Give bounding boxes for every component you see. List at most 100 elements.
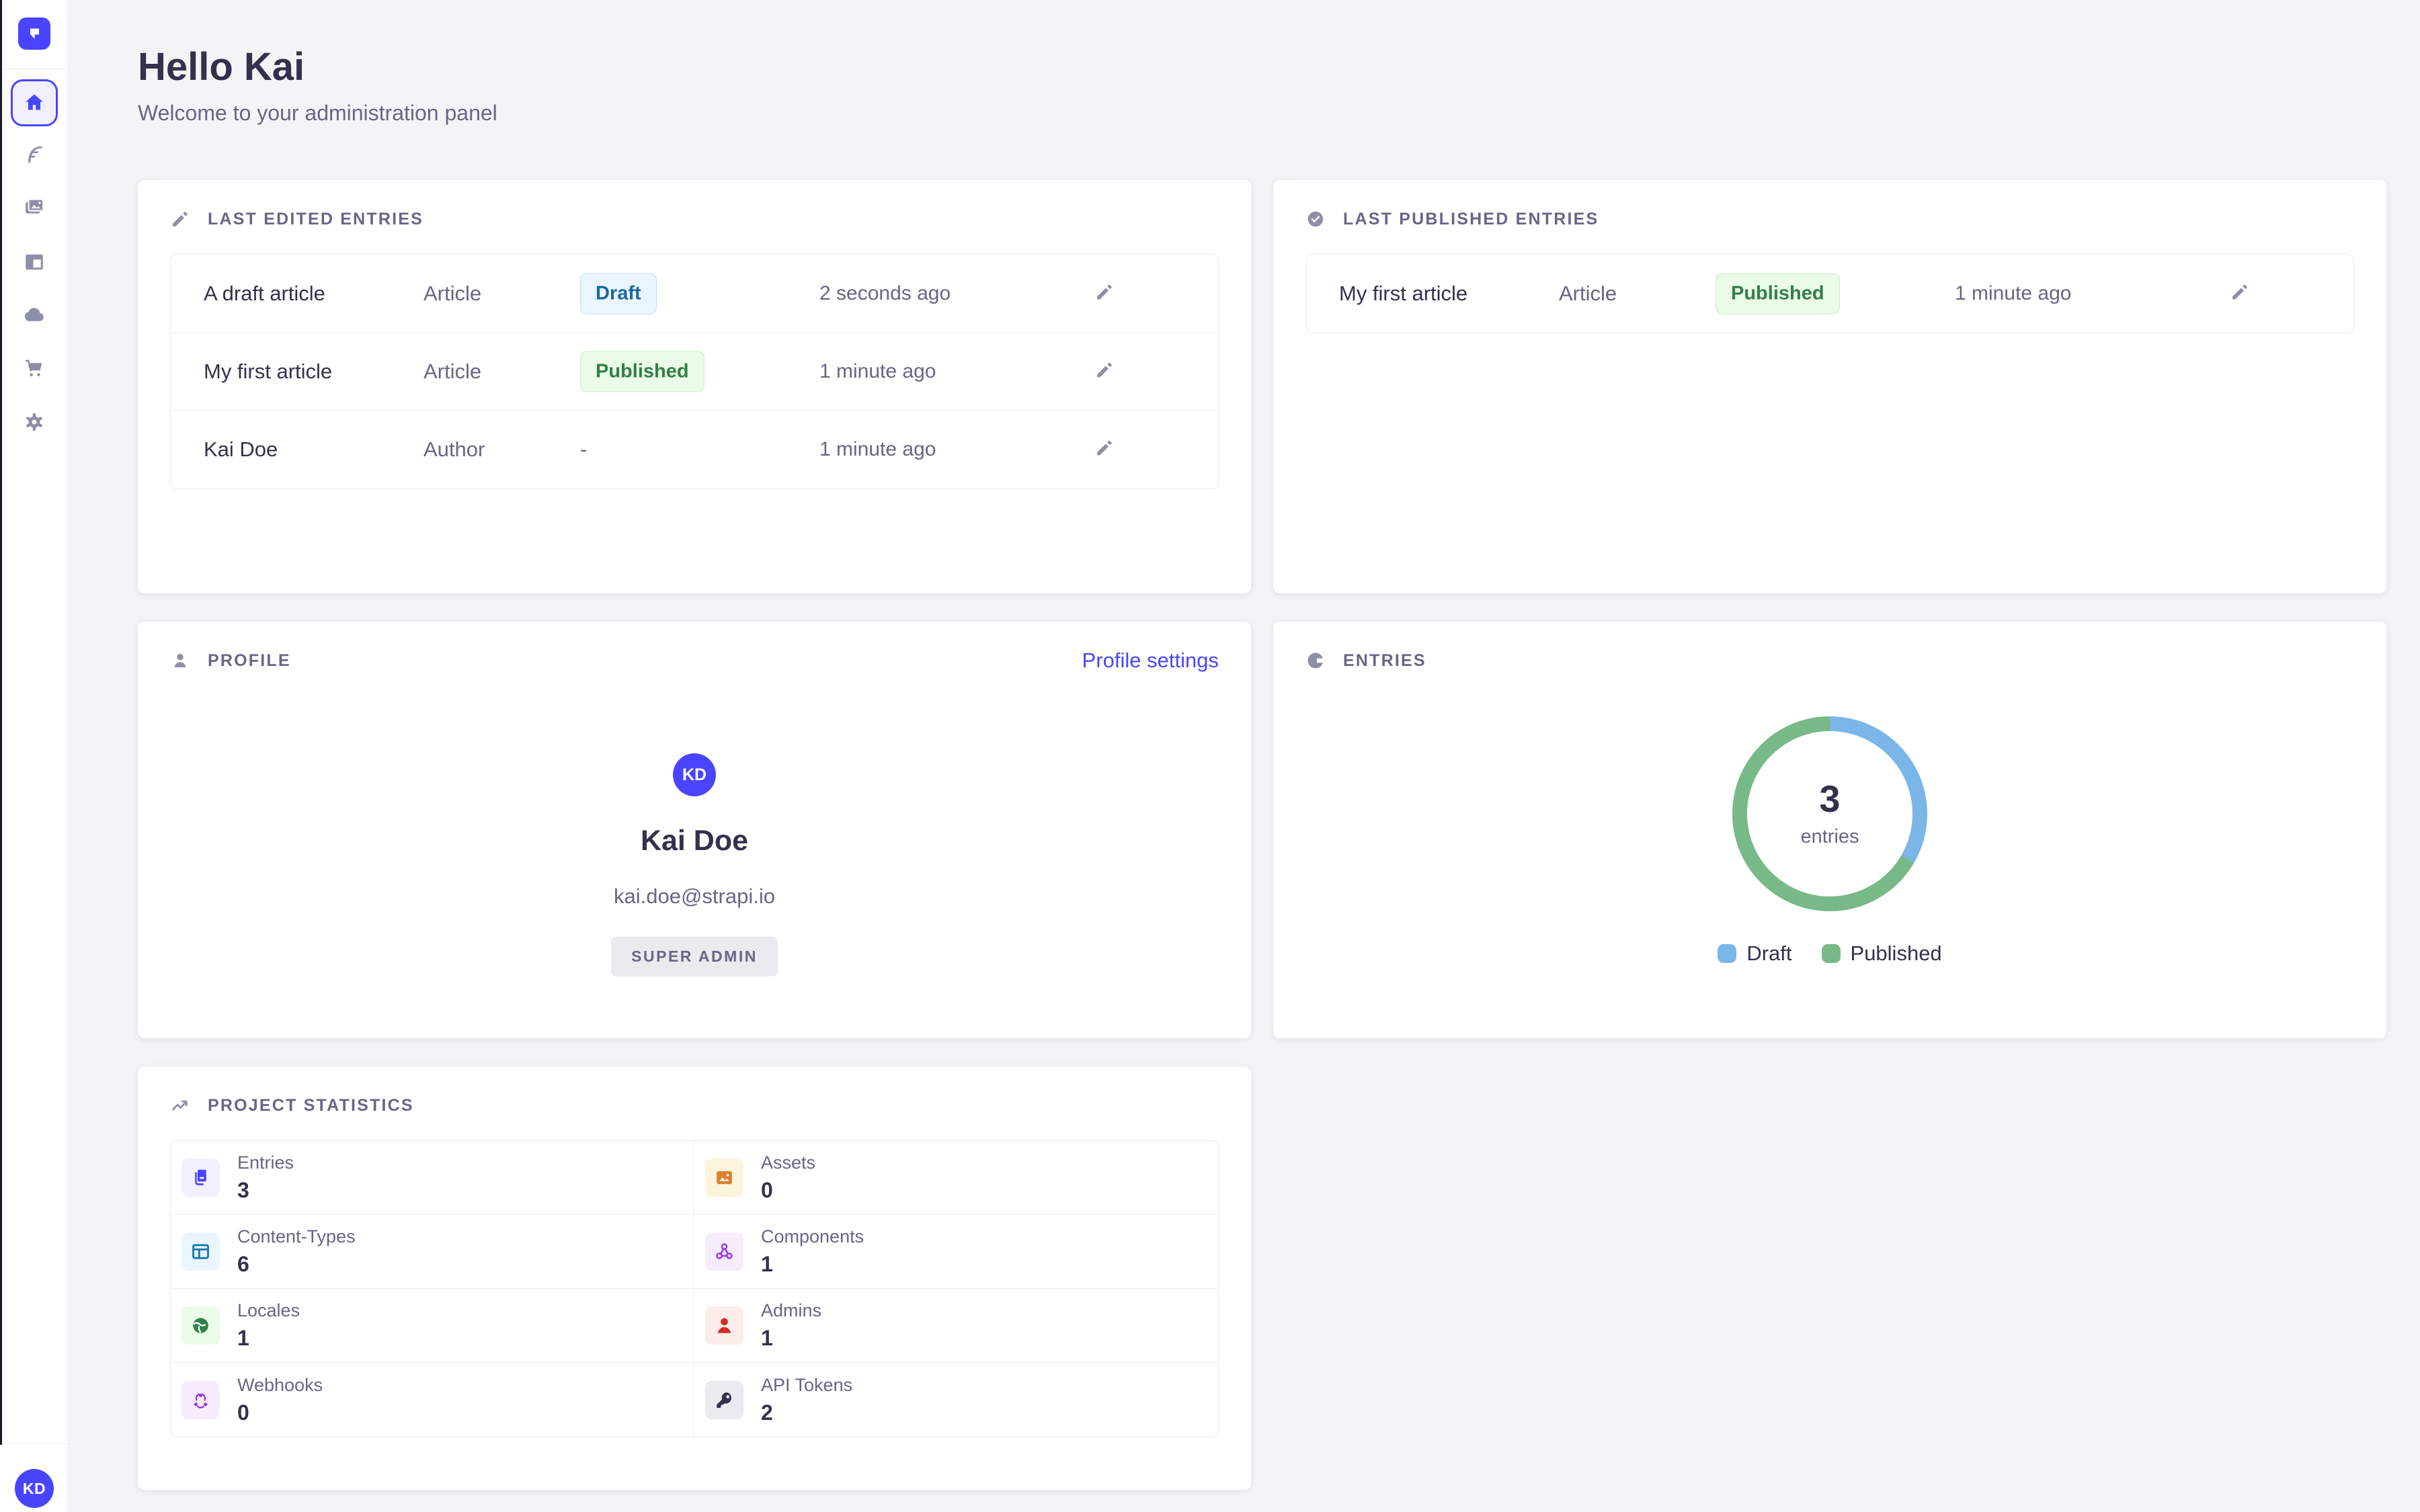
role-badge: SUPER ADMIN: [611, 937, 778, 976]
sidebar-user-avatar[interactable]: KD: [15, 1469, 54, 1508]
assets-picture-icon: [705, 1159, 743, 1197]
stat-label: Locales: [237, 1300, 300, 1321]
stat-label: Assets: [761, 1152, 815, 1173]
stat-components: Components 1: [694, 1215, 1218, 1288]
table-row: My first article Article Published 1 min…: [1306, 255, 2353, 333]
settings-gear-icon: [22, 410, 46, 434]
content-manager-feather-icon: [22, 142, 46, 167]
table-row: Kai Doe Author - 1 minute ago: [171, 411, 1218, 489]
marketplace-cart-icon: [22, 356, 46, 380]
entry-time: 2 seconds ago: [819, 282, 951, 305]
check-circle-icon: [1305, 209, 1326, 229]
user-icon: [170, 650, 190, 671]
table-row: A draft article Article Draft 2 seconds …: [171, 255, 1218, 333]
webhooks-icon: [182, 1381, 220, 1419]
stat-api-tokens: API Tokens 2: [694, 1363, 1218, 1437]
stat-value: 2: [761, 1400, 852, 1425]
edit-entry-button[interactable]: [2230, 282, 2250, 306]
stat-label: API Tokens: [761, 1375, 852, 1396]
stat-admins: Admins 1: [694, 1289, 1218, 1362]
pie-chart-icon: [1305, 650, 1326, 671]
profile-settings-link[interactable]: Profile settings: [1082, 648, 1219, 673]
profile-card: PROFILE Profile settings KD Kai Doe kai.…: [138, 622, 1251, 1038]
stat-value: 3: [237, 1178, 294, 1203]
stat-value: 0: [237, 1400, 323, 1425]
pencil-icon: [1094, 438, 1115, 458]
entry-name: Kai Doe: [204, 437, 278, 462]
entry-type: Author: [424, 437, 485, 462]
stat-value: 1: [761, 1252, 864, 1277]
locales-globe-icon: [182, 1306, 220, 1345]
pencil-icon: [1094, 360, 1115, 380]
legend-item-draft: Draft: [1718, 941, 1791, 966]
profile-avatar: KD: [673, 753, 716, 796]
entry-time: 1 minute ago: [1955, 282, 2071, 305]
last-edited-table: A draft article Article Draft 2 seconds …: [170, 254, 1219, 489]
draft-swatch-icon: [1718, 944, 1736, 963]
entry-name: A draft article: [204, 282, 325, 306]
profile-email: kai.doe@strapi.io: [170, 884, 1219, 909]
published-swatch-icon: [1822, 944, 1841, 963]
sidebar-item-settings[interactable]: [0, 398, 69, 446]
stat-assets: Assets 0: [694, 1141, 1218, 1214]
stat-locales: Locales 1: [171, 1289, 694, 1362]
stat-label: Webhooks: [237, 1375, 323, 1396]
edit-entry-button[interactable]: [1094, 360, 1115, 383]
sidebar: KD: [0, 0, 69, 1512]
card-title: LAST PUBLISHED ENTRIES: [1343, 210, 1599, 229]
entry-name: My first article: [204, 360, 332, 384]
sidebar-item-home[interactable]: [11, 79, 58, 126]
entry-time: 1 minute ago: [819, 438, 936, 461]
pencil-icon: [170, 209, 190, 229]
pencil-icon: [2230, 282, 2250, 302]
entry-type: Article: [424, 360, 481, 384]
entry-time: 1 minute ago: [819, 360, 936, 383]
stat-value: 6: [237, 1252, 356, 1277]
status-badge: Published: [580, 351, 704, 392]
api-tokens-key-icon: [705, 1381, 743, 1419]
admins-user-icon: [705, 1306, 743, 1345]
stat-entries: Entries 3: [171, 1141, 694, 1214]
card-title: LAST EDITED ENTRIES: [208, 210, 424, 229]
page-subtitle: Welcome to your administration panel: [138, 101, 497, 126]
last-published-table: My first article Article Published 1 min…: [1305, 254, 2354, 333]
sidebar-item-media-library[interactable]: [0, 183, 69, 230]
entries-count: 3: [1819, 780, 1840, 818]
sidebar-item-content-manager[interactable]: [0, 131, 69, 178]
last-edited-entries-card: LAST EDITED ENTRIES A draft article Arti…: [138, 180, 1251, 593]
statistics-table: Entries 3 Assets 0 Content-T: [170, 1140, 1219, 1437]
sidebar-item-marketplace[interactable]: [0, 345, 69, 392]
content-types-layout-icon: [182, 1232, 220, 1271]
project-statistics-card: PROJECT STATISTICS Entries 3 Assets 0: [138, 1066, 1251, 1490]
trending-up-icon: [170, 1095, 190, 1116]
entries-file-icon: [182, 1159, 220, 1197]
sidebar-divider-bottom: [0, 1443, 69, 1444]
pencil-icon: [1094, 282, 1115, 302]
entry-name: My first article: [1339, 282, 1467, 306]
content-type-builder-icon: [22, 250, 46, 274]
stat-label: Content-Types: [237, 1226, 356, 1247]
chart-legend: Draft Published: [1718, 941, 1941, 966]
page-title: Hello Kai: [138, 44, 305, 89]
cloud-icon: [22, 302, 46, 327]
stat-webhooks: Webhooks 0: [171, 1363, 694, 1437]
stat-value: 1: [237, 1326, 300, 1351]
entries-count-label: entries: [1800, 826, 1859, 848]
profile-name: Kai Doe: [170, 825, 1219, 857]
components-puzzle-icon: [705, 1232, 743, 1271]
strapi-logo-icon[interactable]: [18, 17, 50, 50]
stat-label: Components: [761, 1226, 864, 1247]
stat-label: Admins: [761, 1300, 821, 1321]
sidebar-item-deploy[interactable]: [0, 291, 69, 338]
card-title: ENTRIES: [1343, 651, 1426, 671]
entries-donut-chart: 3 entries: [1729, 713, 1931, 915]
legend-item-published: Published: [1822, 941, 1942, 966]
media-library-icon: [22, 195, 46, 219]
window-edge: [0, 0, 2, 1445]
sidebar-item-content-type-builder[interactable]: [0, 239, 69, 286]
edit-entry-button[interactable]: [1094, 282, 1115, 305]
entries-chart-card: ENTRIES 3 entries Draft Published: [1273, 622, 2386, 1038]
home-icon: [23, 91, 46, 114]
card-title: PROFILE: [208, 651, 291, 671]
edit-entry-button[interactable]: [1094, 438, 1115, 462]
